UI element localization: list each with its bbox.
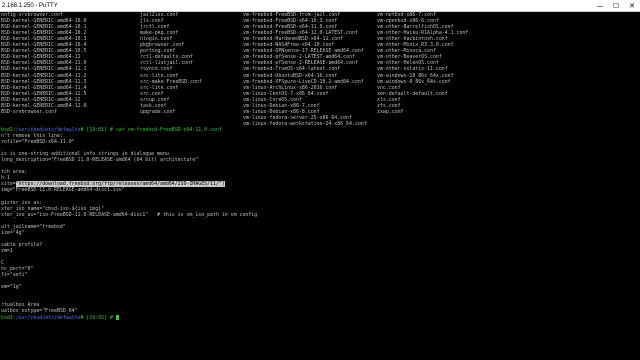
window-titlebar: 2.168.1.250 - PuTTY — ☐ ✕ [0,0,640,12]
output-line: em="1g" [1,284,22,291]
prompt-path: /usr/cbsd/etc/defaults [15,314,81,321]
maximize-icon[interactable]: ☐ [608,0,624,11]
output-line: long_description="FreeBSD 11.0-RELEASE-a… [1,157,199,164]
prompt-command: # [19:02] # [80,314,116,321]
window-title: 2.168.1.250 - PuTTY [2,2,58,9]
listing-cell: BSD-srvbrowser.conf [1,108,57,115]
prompt-host: bsd1: [1,314,16,321]
output-line: ize="4g" [1,229,25,236]
prompt-line: bsd1:/usr/cbsd/etc/defaults# [19:02] # [1,314,119,321]
listing-cell: zxwp.conf [377,108,404,115]
cursor [115,314,119,320]
output-line: img="FreeBSD-11.0-RELEASE-amd64-disc1.is… [1,187,125,194]
window-controls: — ☐ ✕ [592,0,640,11]
listing-cell: upgrade.conf [140,108,176,115]
output-line: vm=1 [1,247,13,254]
prompt-command: # [19:01] # cat vm-freebsd-FreeBSD-x64-1… [80,126,222,133]
terminal-output[interactable]: onfig-srvbrowser.conf jail2iso.conf vm-fre… [0,12,640,360]
listing-cell: vm-linux-fedora-workstation-24-x86_64.co… [243,120,367,127]
minimize-icon[interactable]: — [592,0,608,11]
output-line: fi="uefi" [1,272,28,279]
close-icon[interactable]: ✕ [624,0,640,11]
output-line: ster_iso_as="iso-FreeBSD-11.0-RELEASE-am… [1,211,258,218]
output-line: rofile="FreeBSD-x64-11.0" [1,139,75,146]
